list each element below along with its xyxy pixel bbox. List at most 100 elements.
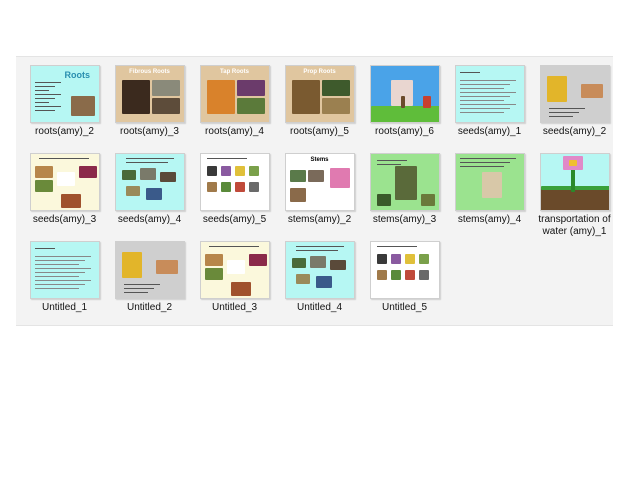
file-item[interactable]: seeds(amy)_4 <box>107 150 192 238</box>
plant-picture <box>418 254 429 264</box>
file-name-label[interactable]: seeds(amy)_1 <box>448 126 532 138</box>
file-item[interactable]: seeds(amy)_2 <box>532 62 617 150</box>
thumbnail-text-line <box>34 86 55 87</box>
file-thumbnail[interactable]: Tap Roots <box>199 65 270 123</box>
stem-photo <box>307 170 324 182</box>
file-item[interactable]: seeds(amy)_1 <box>447 62 532 150</box>
glass-photo <box>481 172 502 198</box>
tree-trunk-picture <box>400 96 405 108</box>
plant-picture <box>418 270 429 280</box>
seed-photo <box>315 276 332 288</box>
file-thumbnail[interactable]: Stems <box>284 153 355 211</box>
file-item[interactable]: transportation of water (amy)_1 <box>532 150 617 238</box>
plant-picture <box>404 254 415 264</box>
file-item[interactable]: Untitled_5 <box>362 238 447 326</box>
file-name-label[interactable]: Untitled_5 <box>363 302 447 314</box>
file-name-label[interactable]: seeds(amy)_5 <box>193 214 277 226</box>
root-photo <box>236 80 265 96</box>
file-thumbnail[interactable] <box>539 153 610 211</box>
thumbnail-title: Fibrous Roots <box>129 69 170 75</box>
file-item[interactable]: stems(amy)_3 <box>362 150 447 238</box>
file-name-label[interactable]: roots(amy)_5 <box>278 126 362 138</box>
file-name-label[interactable]: Untitled_1 <box>23 302 107 314</box>
file-thumbnail[interactable] <box>114 153 185 211</box>
thumbnail-text-line <box>548 116 573 117</box>
file-thumbnail[interactable] <box>199 241 270 299</box>
stem-photo <box>394 166 417 200</box>
file-name-label[interactable]: seeds(amy)_2 <box>533 126 617 138</box>
thumbnail-text-line <box>34 260 85 261</box>
file-thumbnail[interactable] <box>454 153 525 211</box>
file-thumbnail[interactable] <box>369 153 440 211</box>
file-item[interactable]: roots(amy)_6 <box>362 62 447 150</box>
plant-picture <box>220 182 231 192</box>
plant-picture <box>206 182 217 192</box>
squirrel-photo <box>60 194 81 208</box>
file-item[interactable]: seeds(amy)_5 <box>192 150 277 238</box>
thumbnail-text-line <box>34 264 79 265</box>
seed-photo <box>204 254 223 266</box>
file-name-label[interactable]: Untitled_3 <box>193 302 277 314</box>
file-item[interactable]: Untitled_4 <box>277 238 362 326</box>
file-name-label[interactable]: seeds(amy)_4 <box>108 214 192 226</box>
seed-photo <box>580 84 603 98</box>
file-item[interactable]: seeds(amy)_3 <box>22 150 107 238</box>
plant-picture <box>390 254 401 264</box>
thumbnail-text-line <box>34 102 49 103</box>
file-name-label[interactable]: stems(amy)_3 <box>363 214 447 226</box>
file-item[interactable]: Untitled_3 <box>192 238 277 326</box>
thumbnail-text-line <box>459 88 504 89</box>
plant-picture <box>234 166 245 176</box>
file-name-label[interactable]: stems(amy)_2 <box>278 214 362 226</box>
seed-photo <box>78 166 97 178</box>
thumbnail-text-line <box>459 92 516 93</box>
thumbnail-text-line <box>459 166 504 167</box>
file-item[interactable]: Untitled_1 <box>22 238 107 326</box>
file-name-label[interactable]: roots(amy)_6 <box>363 126 447 138</box>
file-thumbnail[interactable]: Fibrous Roots <box>114 65 185 123</box>
file-item[interactable]: Tap Roots roots(amy)_4 <box>192 62 277 150</box>
file-name-label[interactable]: roots(amy)_2 <box>23 126 107 138</box>
file-thumbnail[interactable] <box>199 153 270 211</box>
file-thumbnail[interactable] <box>369 65 440 123</box>
file-thumbnail[interactable] <box>454 65 525 123</box>
file-thumbnail[interactable] <box>114 241 185 299</box>
thumbnail-text-line <box>34 280 91 281</box>
plant-picture <box>220 166 231 176</box>
plant-picture <box>390 270 401 280</box>
seed-photo <box>34 180 53 192</box>
thumbnail-text-line <box>123 288 154 289</box>
file-thumbnail[interactable] <box>369 241 440 299</box>
flower-center-picture <box>568 160 577 166</box>
seed-photo <box>295 274 310 284</box>
file-thumbnail[interactable] <box>29 153 100 211</box>
file-name-label[interactable]: seeds(amy)_3 <box>23 214 107 226</box>
file-item[interactable]: Stems stems(amy)_2 <box>277 150 362 238</box>
file-thumbnail[interactable]: Roots <box>29 65 100 123</box>
file-thumbnail[interactable]: Prop Roots <box>284 65 355 123</box>
file-thumbnail[interactable] <box>29 241 100 299</box>
plant-picture <box>248 166 259 176</box>
file-item[interactable]: Prop Roots roots(amy)_5 <box>277 62 362 150</box>
soil-picture <box>540 188 609 210</box>
thumbnail-text-line <box>34 94 61 95</box>
file-item[interactable]: Fibrous Roots roots(amy)_3 <box>107 62 192 150</box>
file-name-label[interactable]: roots(amy)_3 <box>108 126 192 138</box>
grass-picture <box>370 106 439 122</box>
file-item[interactable]: Untitled_2 <box>107 238 192 326</box>
thumbnail-text-line <box>295 246 344 247</box>
flower-picture <box>329 168 350 188</box>
root-photo <box>321 80 350 96</box>
file-name-label[interactable]: roots(amy)_4 <box>193 126 277 138</box>
file-name-label[interactable]: Untitled_2 <box>108 302 192 314</box>
file-item[interactable]: stems(amy)_4 <box>447 150 532 238</box>
file-item[interactable]: Roots roots(amy)_2 <box>22 62 107 150</box>
file-thumbnail[interactable] <box>284 241 355 299</box>
file-thumbnail[interactable] <box>539 65 610 123</box>
file-name-label[interactable]: stems(amy)_4 <box>448 214 532 226</box>
thumbnail-text-line <box>34 90 49 91</box>
file-name-label[interactable]: transportation of water (amy)_1 <box>533 214 617 238</box>
file-name-label[interactable]: Untitled_4 <box>278 302 362 314</box>
seed-photo <box>329 260 346 270</box>
thumbnail-text-line <box>295 250 338 251</box>
